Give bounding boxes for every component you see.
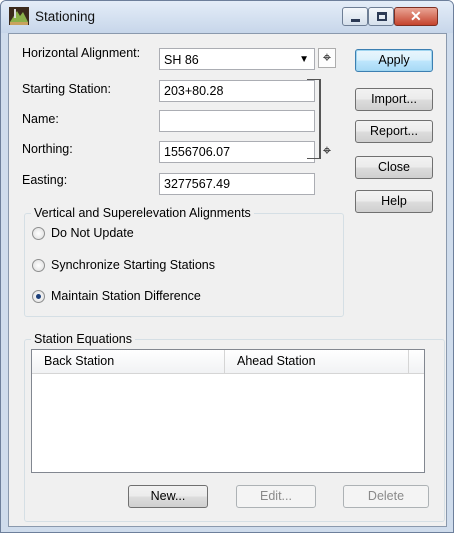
starting-station-label: Starting Station: [22,82,111,96]
maximize-button[interactable] [368,7,394,26]
column-header-ahead-station[interactable]: Ahead Station [237,354,316,368]
help-button[interactable]: Help [355,190,433,213]
maintain-station-difference-radio[interactable] [32,290,45,303]
do-not-update-label[interactable]: Do Not Update [51,226,134,240]
do-not-update-radio[interactable] [32,227,45,240]
easting-label: Easting: [22,173,68,187]
stationing-icon [9,7,29,25]
northing-label: Northing: [22,142,73,156]
name-label: Name: [22,112,59,126]
starting-station-field[interactable]: 203+80.28 [159,80,315,102]
close-icon: ✕ [410,8,422,24]
minimize-icon [351,19,360,22]
report-button[interactable]: Report... [355,120,433,143]
stationing-window: Stationing ✕ Horizontal Alignment: SH 86… [0,0,454,533]
table-header: Back Station Ahead Station [32,350,424,374]
chevron-down-icon: ▼ [299,54,309,65]
column-divider[interactable] [408,350,409,373]
edit-equation-button[interactable]: Edit... [236,485,316,508]
crosshair-icon: ⌖ [322,49,332,66]
maintain-station-difference-label[interactable]: Maintain Station Difference [51,289,201,303]
minimize-button[interactable] [342,7,368,26]
column-header-back-station[interactable]: Back Station [44,354,114,368]
station-equations-table[interactable]: Back Station Ahead Station [31,349,425,473]
title-bar[interactable]: Stationing ✕ [1,1,453,33]
delete-equation-button[interactable]: Delete [343,485,429,508]
name-field[interactable] [159,110,315,132]
northing-field[interactable]: 1556706.07 [159,141,315,163]
maximize-icon [377,12,387,21]
close-button[interactable]: Close [355,156,433,179]
window-title: Stationing [35,9,96,24]
pick-alignment-button[interactable]: ⌖ [318,48,336,68]
column-divider[interactable] [224,350,225,373]
crosshair-icon: ⌖ [322,142,332,159]
synchronize-starting-stations-label[interactable]: Synchronize Starting Stations [51,258,215,272]
vertical-superelevation-group-title: Vertical and Superelevation Alignments [31,206,254,220]
apply-button[interactable]: Apply [355,49,433,72]
new-equation-button[interactable]: New... [128,485,208,508]
horizontal-alignment-label: Horizontal Alignment: [22,46,141,60]
close-window-button[interactable]: ✕ [394,7,438,26]
station-equations-group-title: Station Equations [31,332,135,346]
horizontal-alignment-dropdown[interactable]: SH 86 ▼ [159,48,315,70]
import-button[interactable]: Import... [355,88,433,111]
easting-field[interactable]: 3277567.49 [159,173,315,195]
horizontal-alignment-value: SH 86 [164,53,199,67]
synchronize-starting-stations-radio[interactable] [32,259,45,272]
pick-coordinates-button[interactable]: ⌖ [318,142,336,162]
